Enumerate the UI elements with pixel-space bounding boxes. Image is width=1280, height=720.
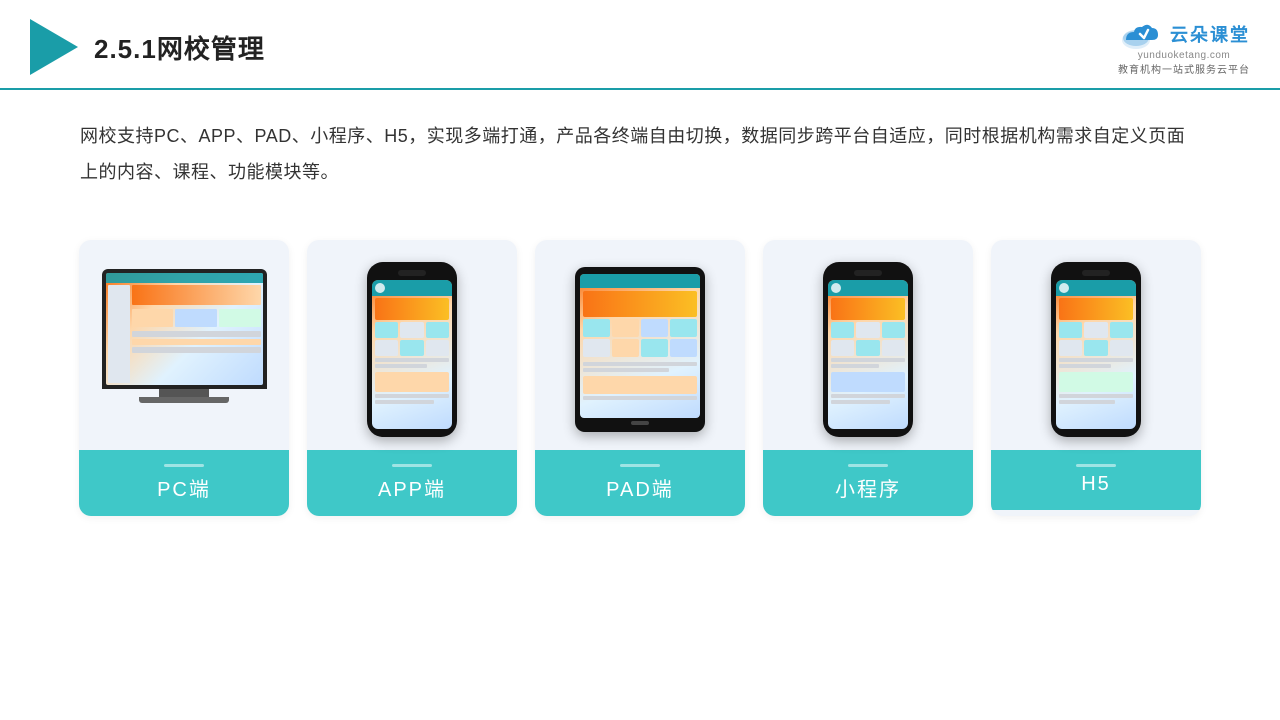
brand-name: 云朵课堂	[1170, 21, 1250, 47]
card-pad-label: PAD端	[535, 450, 745, 516]
card-h5-image	[991, 240, 1201, 450]
card-pc-image	[79, 240, 289, 450]
page-title: 2.5.1网校管理	[94, 29, 265, 66]
label-bar	[1076, 464, 1116, 467]
phone-notch	[398, 270, 426, 276]
description-paragraph: 网校支持PC、APP、PAD、小程序、H5，实现多端打通，产品各终端自由切换，数…	[80, 118, 1200, 190]
card-pc-label: PC端	[79, 450, 289, 516]
card-h5-label: H5	[991, 450, 1201, 510]
card-app[interactable]: APP端	[307, 240, 517, 516]
brand-logo: 云朵课堂 yunduoketang.com 教育机构一站式服务云平台	[1118, 18, 1250, 76]
card-pc[interactable]: PC端	[79, 240, 289, 516]
card-miniprogram-image	[763, 240, 973, 450]
phone-h5-mockup	[1051, 262, 1141, 437]
pc-mockup	[99, 269, 269, 429]
play-icon	[30, 19, 78, 75]
pad-mockup	[575, 267, 705, 432]
phone-screen	[1056, 280, 1136, 429]
label-bar	[392, 464, 432, 467]
header: 2.5.1网校管理 云朵课堂 yunduoketang.com 教育机构一站式服…	[0, 0, 1280, 90]
phone-notch	[854, 270, 882, 276]
card-app-image	[307, 240, 517, 450]
card-pad-image	[535, 240, 745, 450]
card-miniprogram[interactable]: 小程序	[763, 240, 973, 516]
phone-app-mockup	[367, 262, 457, 437]
pad-screen	[580, 274, 700, 418]
label-bar	[620, 464, 660, 467]
label-bar	[164, 464, 204, 467]
description-text: 网校支持PC、APP、PAD、小程序、H5，实现多端打通，产品各终端自由切换，数…	[0, 90, 1280, 200]
brand-tagline: 教育机构一站式服务云平台	[1118, 61, 1250, 76]
phone-screen	[372, 280, 452, 429]
card-pad[interactable]: PAD端	[535, 240, 745, 516]
phone-notch	[1082, 270, 1110, 276]
brand-domain: yunduoketang.com	[1138, 50, 1231, 61]
card-miniprogram-label: 小程序	[763, 450, 973, 516]
phone-screen	[828, 280, 908, 429]
card-app-label: APP端	[307, 450, 517, 516]
label-bar	[848, 464, 888, 467]
header-left: 2.5.1网校管理	[30, 19, 265, 75]
card-h5[interactable]: H5	[991, 240, 1201, 516]
cloud-logo: 云朵课堂	[1118, 18, 1250, 50]
cloud-svg-icon	[1118, 18, 1164, 50]
phone-mini-mockup	[823, 262, 913, 437]
platform-cards: PC端	[0, 210, 1280, 546]
